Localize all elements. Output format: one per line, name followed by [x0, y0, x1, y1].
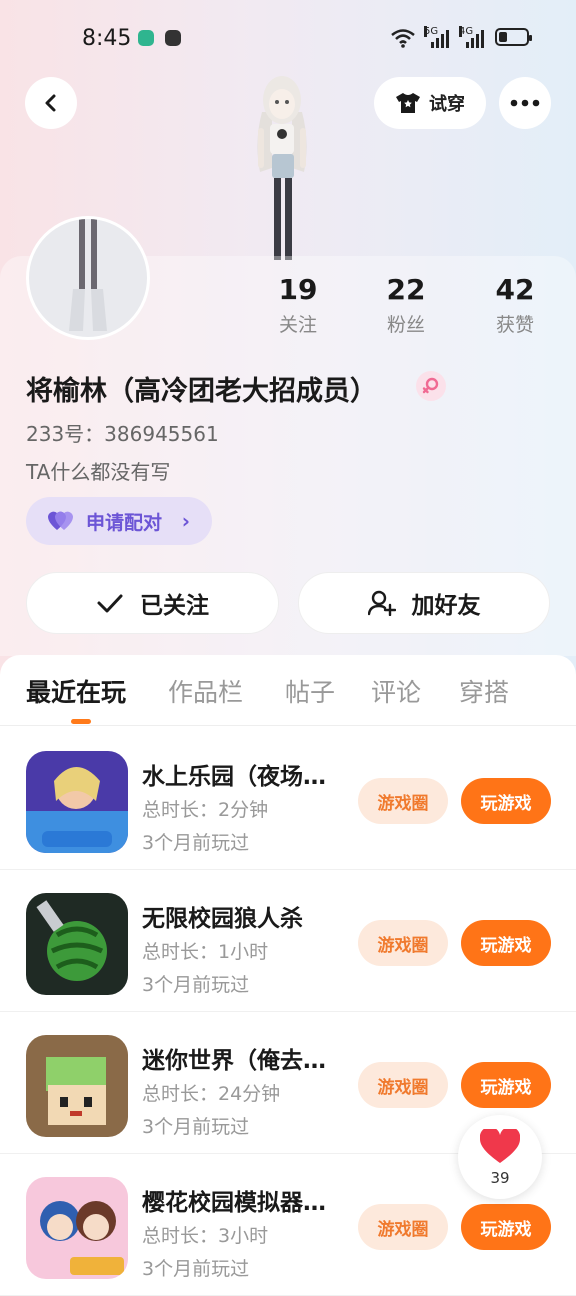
- tab-works[interactable]: 作品栏: [168, 673, 243, 709]
- tab-recently-played[interactable]: 最近在玩: [26, 673, 126, 709]
- game-circle-button[interactable]: 游戏圈: [358, 1062, 448, 1108]
- status-bar: 8:45 5G 4G: [0, 0, 576, 78]
- game-circle-button[interactable]: 游戏圈: [358, 778, 448, 824]
- play-game-button[interactable]: 玩游戏: [461, 1204, 551, 1250]
- game-duration: 总时长：24分钟: [142, 1083, 281, 1105]
- signal-5g-icon: 5G: [424, 26, 449, 48]
- checkmark-icon: [97, 594, 123, 613]
- likes-count: 42: [495, 273, 535, 306]
- add-friend-button[interactable]: 加好友: [298, 572, 550, 634]
- chevron-right-icon: ›: [181, 509, 190, 533]
- avatar-character-image: [257, 76, 307, 260]
- try-on-button[interactable]: 试穿: [374, 77, 486, 129]
- game-last-played: 3个月前玩过: [142, 832, 250, 854]
- stat-followers[interactable]: 22 粉丝: [361, 272, 451, 337]
- bio: TA什么都没有写: [26, 460, 171, 484]
- heart-pair-icon: [48, 511, 73, 530]
- followers-label: 粉丝: [386, 314, 425, 336]
- female-gender-icon: [416, 371, 446, 401]
- more-options-button[interactable]: [499, 77, 551, 129]
- play-game-button[interactable]: 玩游戏: [461, 920, 551, 966]
- game-duration: 总时长：1小时: [142, 941, 269, 963]
- status-time: 8:45: [82, 26, 132, 51]
- likes-label: 获赞: [495, 314, 534, 336]
- game-title: 迷你世界（俺去…: [142, 1048, 326, 1074]
- more-dots-icon: [510, 99, 540, 107]
- signal-4g-icon: 4G: [459, 26, 484, 48]
- game-row[interactable]: 水上乐园（夜场… 总时长：2分钟 3个月前玩过 游戏圈 玩游戏: [0, 727, 576, 870]
- followers-count: 22: [386, 273, 426, 306]
- back-button[interactable]: [25, 77, 77, 129]
- request-pair-button[interactable]: 申请配对 ›: [26, 497, 212, 545]
- game-title: 樱花校园模拟器…: [142, 1190, 326, 1216]
- like-button[interactable]: 39: [458, 1115, 542, 1199]
- nickname: 将榆林（高冷团老大招成员）: [26, 376, 377, 407]
- tab-posts[interactable]: 帖子: [285, 673, 335, 709]
- tab-outfits[interactable]: 穿搭: [459, 673, 509, 709]
- mini-world-game-icon: [26, 1035, 128, 1137]
- tab-comments[interactable]: 评论: [371, 673, 421, 709]
- tshirt-icon: [396, 93, 420, 113]
- game-title: 无限校园狼人杀: [142, 906, 303, 932]
- game-duration: 总时长：2分钟: [142, 799, 269, 821]
- add-friend-label: 加好友: [411, 593, 481, 619]
- battery-icon: [495, 28, 532, 46]
- tab-bar: 最近在玩 作品栏 帖子 评论 穿搭: [0, 655, 576, 726]
- app-notification-icon: [165, 30, 181, 46]
- game-title: 水上乐园（夜场…: [142, 764, 326, 790]
- play-game-button[interactable]: 玩游戏: [461, 1062, 551, 1108]
- stat-likes[interactable]: 42 获赞: [470, 272, 560, 337]
- game-last-played: 3个月前玩过: [142, 1116, 250, 1138]
- followed-label: 已关注: [140, 593, 209, 619]
- wifi-icon: [391, 29, 415, 48]
- avatar-legs-image: [69, 219, 107, 331]
- tab-active-indicator: [71, 719, 91, 724]
- heart-icon: [480, 1129, 520, 1163]
- avatar[interactable]: [26, 216, 150, 340]
- try-on-label: 试穿: [429, 94, 465, 115]
- user-id: 233号：386945561: [26, 422, 219, 446]
- chevron-left-icon: [45, 94, 56, 112]
- game-last-played: 3个月前玩过: [142, 974, 250, 996]
- like-count: 39: [490, 1169, 510, 1187]
- water-park-game-icon: [26, 751, 128, 853]
- request-pair-label: 申请配对: [86, 511, 163, 534]
- add-user-icon: [367, 590, 396, 616]
- following-label: 关注: [278, 314, 317, 336]
- game-circle-button[interactable]: 游戏圈: [358, 920, 448, 966]
- game-circle-button[interactable]: 游戏圈: [358, 1204, 448, 1250]
- following-count: 19: [278, 273, 318, 306]
- chat-app-notification-icon: [138, 30, 154, 46]
- werewolf-game-icon: [26, 893, 128, 995]
- game-row[interactable]: 无限校园狼人杀 总时长：1小时 3个月前玩过 游戏圈 玩游戏: [0, 869, 576, 1012]
- game-duration: 总时长：3小时: [142, 1225, 269, 1247]
- game-last-played: 3个月前玩过: [142, 1258, 250, 1280]
- stat-following[interactable]: 19 关注: [253, 272, 343, 337]
- followed-button[interactable]: 已关注: [26, 572, 279, 634]
- sakura-school-game-icon: [26, 1177, 128, 1279]
- play-game-button[interactable]: 玩游戏: [461, 778, 551, 824]
